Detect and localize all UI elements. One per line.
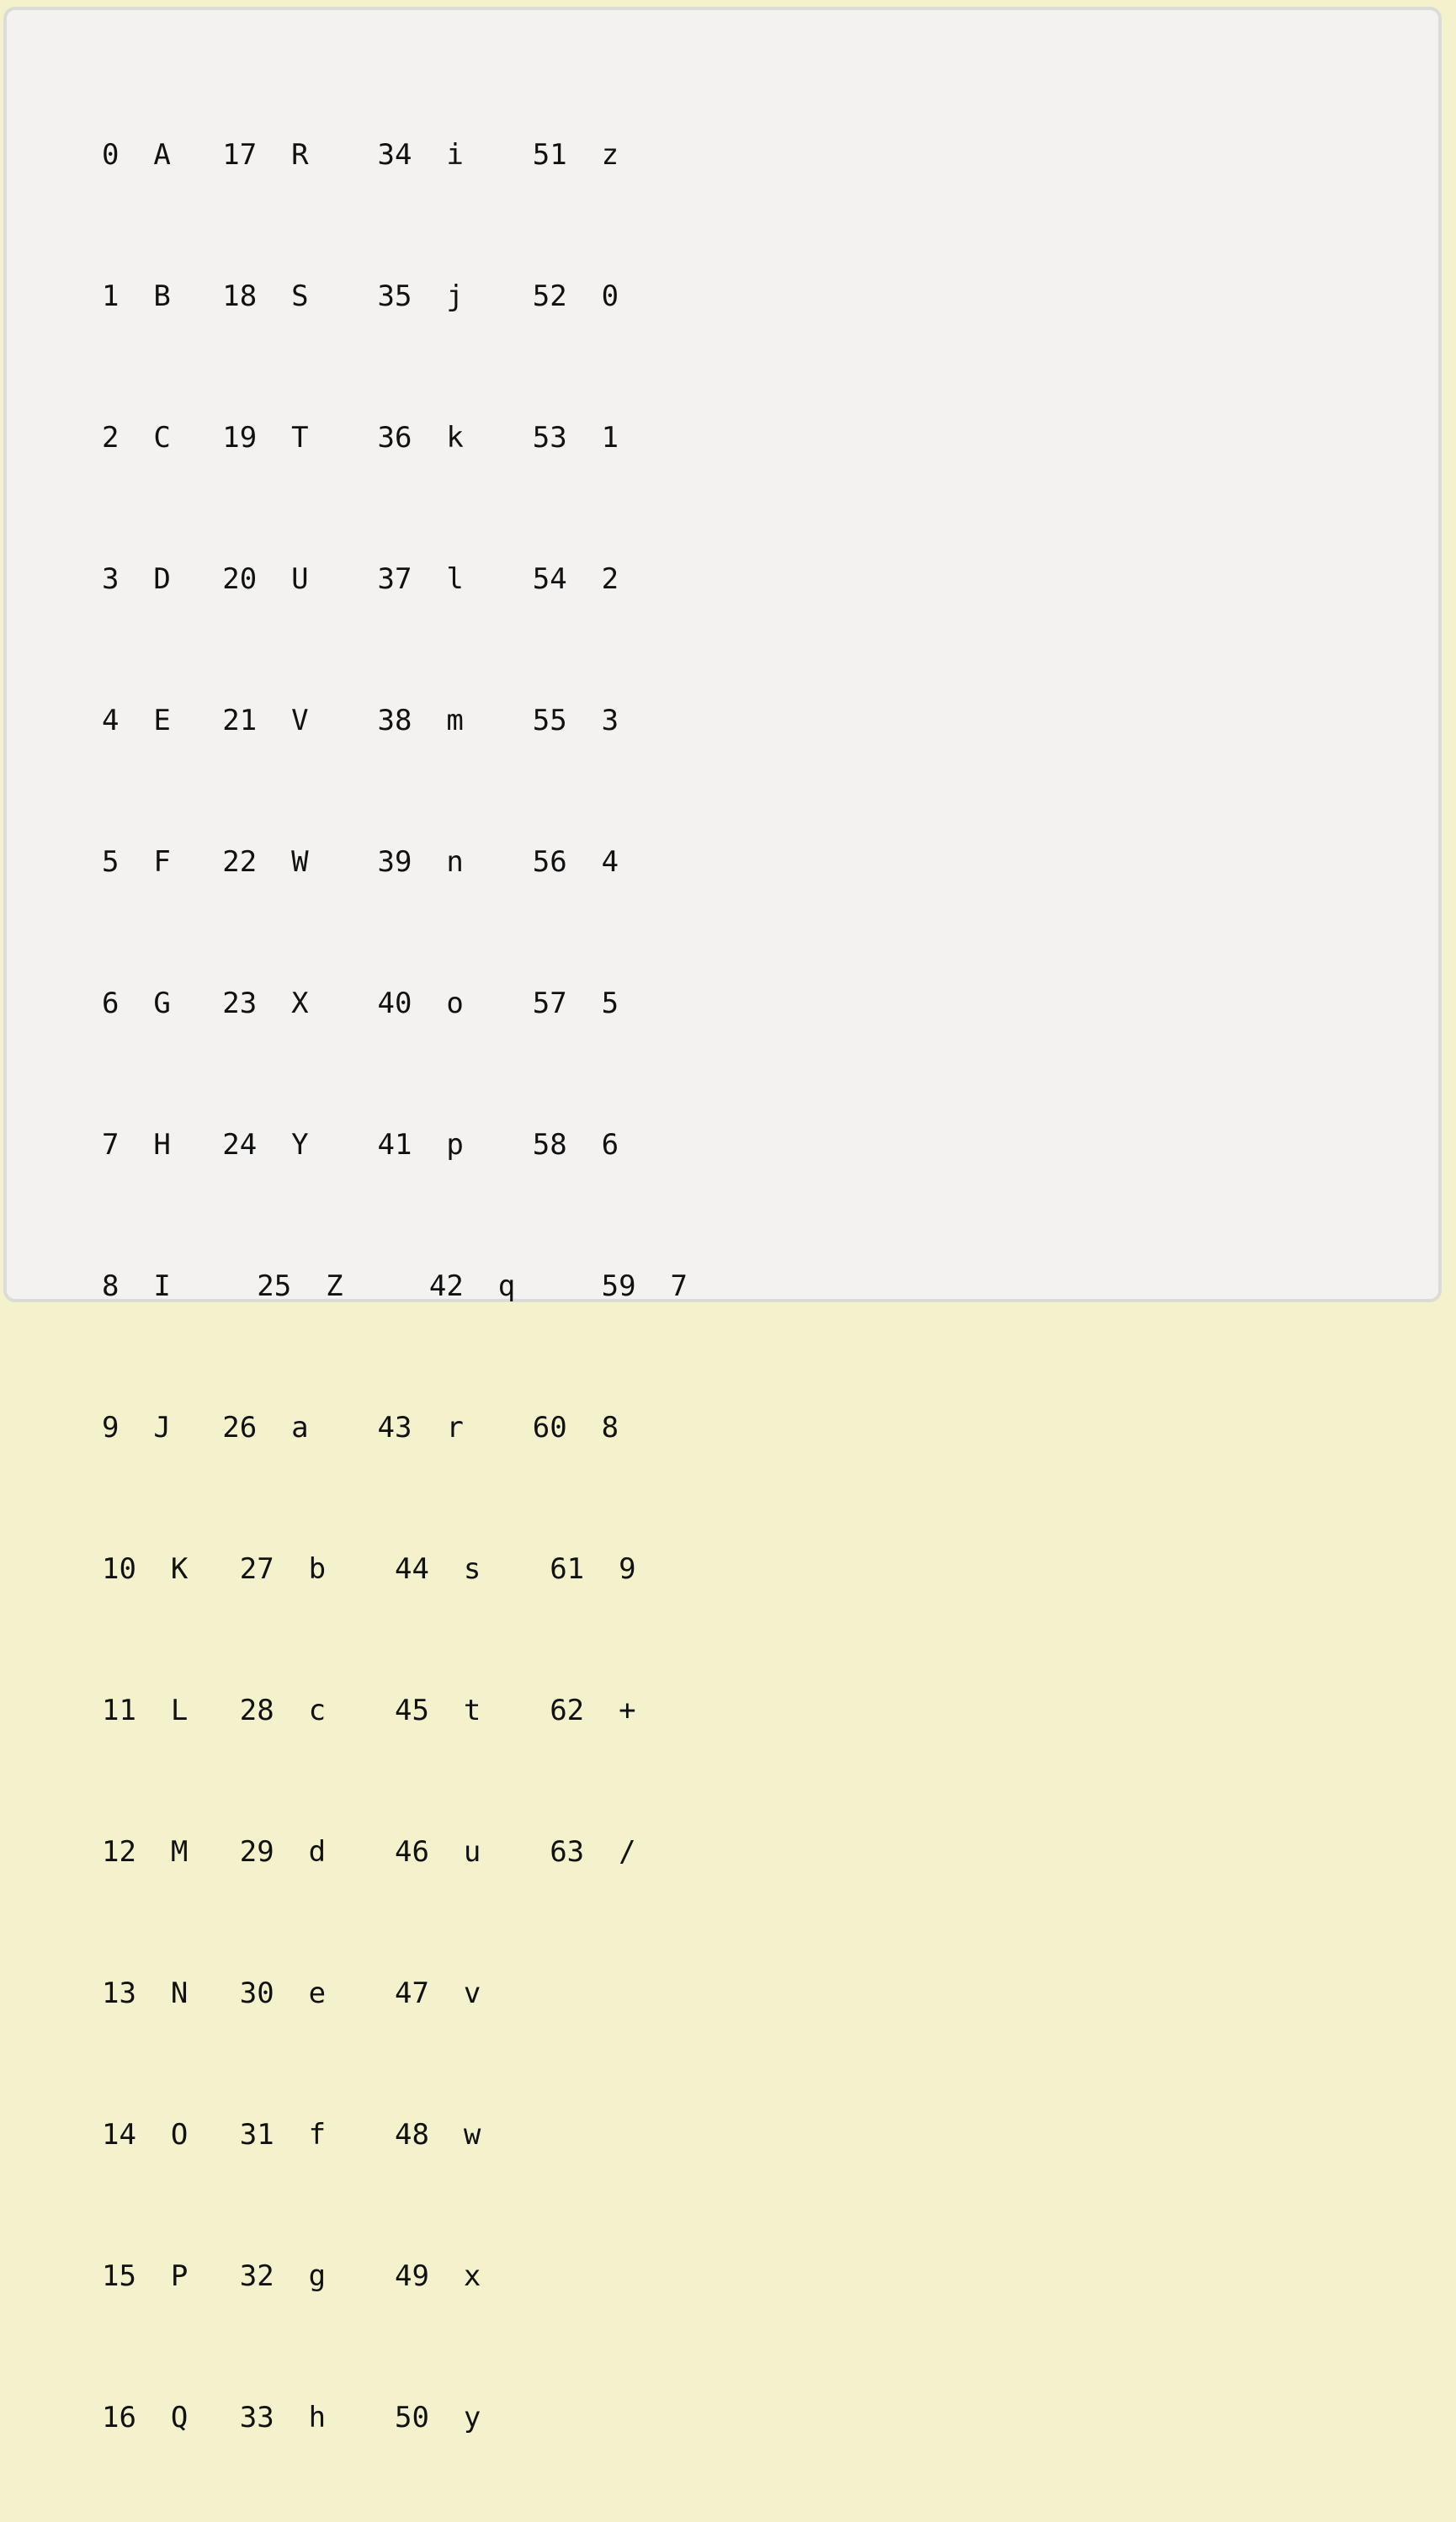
table-line: 6 G 23 X 40 o 57 5 bbox=[102, 987, 619, 1020]
table-line: 16 Q 33 h 50 y bbox=[102, 2401, 481, 2434]
table-line: 5 F 22 W 39 n 56 4 bbox=[102, 845, 619, 879]
table-line: 12 M 29 d 46 u 63 / bbox=[102, 1835, 636, 1869]
table-line: 11 L 28 c 45 t 62 + bbox=[102, 1694, 636, 1727]
table-line: 8 I 25 Z 42 q 59 7 bbox=[102, 1269, 688, 1303]
code-block-panel: 0 A 17 R 34 i 51 z 1 B 18 S 35 j 52 0 2 … bbox=[3, 7, 1442, 2434]
table-line: 2 C 19 T 36 k 53 1 bbox=[102, 421, 619, 455]
table-line: 9 J 26 a 43 r 60 8 bbox=[102, 1411, 619, 1445]
table-line: 13 N 30 e 47 v bbox=[102, 1977, 481, 2010]
table-line: 14 O 31 f 48 w bbox=[102, 2118, 481, 2152]
table-line: 10 K 27 b 44 s 61 9 bbox=[102, 1552, 636, 1586]
base64-index-table: 0 A 17 R 34 i 51 z 1 B 18 S 35 j 52 0 2 … bbox=[102, 51, 688, 2522]
table-line: 7 H 24 Y 41 p 58 6 bbox=[102, 1128, 619, 1162]
table-line: 0 A 17 R 34 i 51 z bbox=[102, 138, 619, 172]
table-line: 3 D 20 U 37 l 54 2 bbox=[102, 562, 619, 596]
table-line: 15 P 32 g 49 x bbox=[102, 2259, 481, 2293]
table-line: 4 E 21 V 38 m 55 3 bbox=[102, 704, 619, 737]
table-line: 1 B 18 S 35 j 52 0 bbox=[102, 279, 619, 313]
